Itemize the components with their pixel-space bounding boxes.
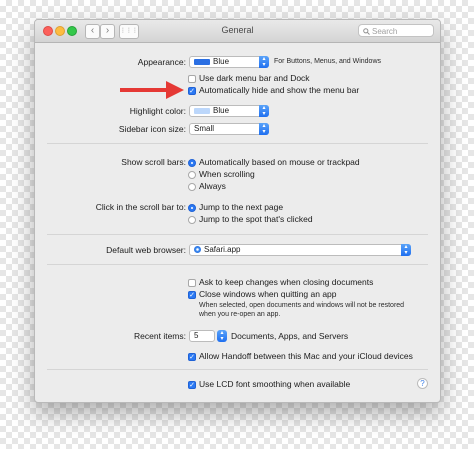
highlight-color-label: Highlight color: xyxy=(129,106,186,116)
grid-icon: ⋮⋮⋮ xyxy=(120,28,138,34)
highlight-color-value: Blue xyxy=(213,106,230,115)
chevron-left-icon: ‹ xyxy=(90,25,95,36)
sidebar-icon-size-popup[interactable]: Small ▴ ▾ xyxy=(189,123,269,135)
forward-button[interactable]: › xyxy=(100,24,115,39)
back-button[interactable]: ‹ xyxy=(85,24,100,39)
search-field[interactable]: Search xyxy=(358,24,434,37)
scroll-bars-always-radio[interactable] xyxy=(188,183,196,191)
dark-menu-bar-label: Use dark menu bar and Dock xyxy=(199,73,310,83)
close-windows-note-line1: When selected, open documents and window… xyxy=(199,302,405,309)
recent-items-field[interactable]: 5 xyxy=(189,330,215,342)
sidebar-popup-arrows-icon: ▴ ▾ xyxy=(259,123,269,135)
zoom-window-button[interactable] xyxy=(67,26,77,36)
scroll-bars-always-label: Always xyxy=(199,181,226,191)
click-scroll-bar-label: Click in the scroll bar to: xyxy=(95,202,186,212)
checkmark-icon: ✓ xyxy=(189,354,195,361)
auto-hide-menu-bar-label: Automatically hide and show the menu bar xyxy=(199,85,360,95)
preferences-window: ‹ › ⋮⋮⋮ General Search Appearance: Blue … xyxy=(34,19,441,403)
show-scroll-bars-label: Show scroll bars: xyxy=(121,157,186,167)
appearance-popup[interactable]: Blue ▴ ▾ xyxy=(189,56,269,68)
scroll-bars-auto-label: Automatically based on mouse or trackpad xyxy=(199,157,360,167)
divider xyxy=(47,369,428,370)
search-icon xyxy=(363,27,370,35)
show-all-button[interactable]: ⋮⋮⋮ xyxy=(119,24,139,39)
recent-items-value: 5 xyxy=(194,331,199,340)
title-bar: ‹ › ⋮⋮⋮ General Search xyxy=(35,20,440,43)
scroll-bars-auto-radio[interactable] xyxy=(188,159,196,167)
jump-next-page-radio[interactable] xyxy=(188,204,196,212)
appearance-note: For Buttons, Menus, and Windows xyxy=(274,58,381,65)
lcd-smoothing-label: Use LCD font smoothing when available xyxy=(199,379,351,389)
sidebar-icon-size-value: Small xyxy=(194,124,215,133)
help-icon: ? xyxy=(420,379,425,388)
help-button[interactable]: ? xyxy=(417,378,428,389)
checkmark-icon: ✓ xyxy=(189,292,195,299)
lcd-smoothing-checkbox[interactable]: ✓ xyxy=(188,381,196,389)
recent-items-suffix: Documents, Apps, and Servers xyxy=(231,331,349,341)
scroll-bars-when-scrolling-radio[interactable] xyxy=(188,171,196,179)
appearance-popup-arrows-icon: ▴ ▾ xyxy=(259,56,269,68)
checkmark-icon: ✓ xyxy=(189,88,195,95)
jump-to-spot-radio[interactable] xyxy=(188,216,196,224)
jump-next-page-label: Jump to the next page xyxy=(199,202,284,212)
sidebar-icon-size-label: Sidebar icon size: xyxy=(118,124,186,134)
minimize-window-button[interactable] xyxy=(55,26,65,36)
divider xyxy=(47,143,428,144)
highlight-popup-arrows-icon: ▴ ▾ xyxy=(259,105,269,117)
default-browser-popup[interactable]: Safari.app ▴ ▾ xyxy=(189,244,411,256)
divider xyxy=(47,264,428,265)
handoff-label: Allow Handoff between this Mac and your … xyxy=(199,351,413,361)
close-window-button[interactable] xyxy=(43,26,53,36)
checkmark-icon: ✓ xyxy=(189,382,195,389)
default-browser-label: Default web browser: xyxy=(106,245,186,255)
chevron-right-icon: › xyxy=(105,25,110,36)
highlight-color-swatch xyxy=(194,107,210,114)
ask-keep-changes-checkbox[interactable] xyxy=(188,279,196,287)
scroll-bars-when-scrolling-label: When scrolling xyxy=(199,169,255,179)
divider xyxy=(47,234,428,235)
jump-to-spot-label: Jump to the spot that's clicked xyxy=(199,214,313,224)
highlight-color-popup[interactable]: Blue ▴ ▾ xyxy=(189,105,269,117)
appearance-color-swatch xyxy=(194,58,210,65)
close-windows-note-line2: when you re-open an app. xyxy=(199,311,281,318)
close-windows-checkbox[interactable]: ✓ xyxy=(188,291,196,299)
recent-items-stepper[interactable]: ▴ ▾ xyxy=(217,330,227,342)
window-title: General xyxy=(221,25,254,35)
recent-items-label: Recent items: xyxy=(134,331,186,341)
default-browser-value: Safari.app xyxy=(204,245,241,254)
auto-hide-menu-bar-checkbox[interactable]: ✓ xyxy=(188,87,196,95)
browser-popup-arrows-icon: ▴ ▾ xyxy=(401,244,411,256)
appearance-label: Appearance: xyxy=(137,57,186,67)
dark-menu-bar-checkbox[interactable] xyxy=(188,75,196,83)
close-windows-label: Close windows when quitting an app xyxy=(199,289,337,299)
appearance-value: Blue xyxy=(213,57,230,66)
safari-icon xyxy=(194,245,201,253)
red-arrow-icon xyxy=(120,81,184,99)
handoff-checkbox[interactable]: ✓ xyxy=(188,353,196,361)
search-placeholder: Search xyxy=(372,27,398,36)
ask-keep-changes-label: Ask to keep changes when closing documen… xyxy=(199,277,374,287)
